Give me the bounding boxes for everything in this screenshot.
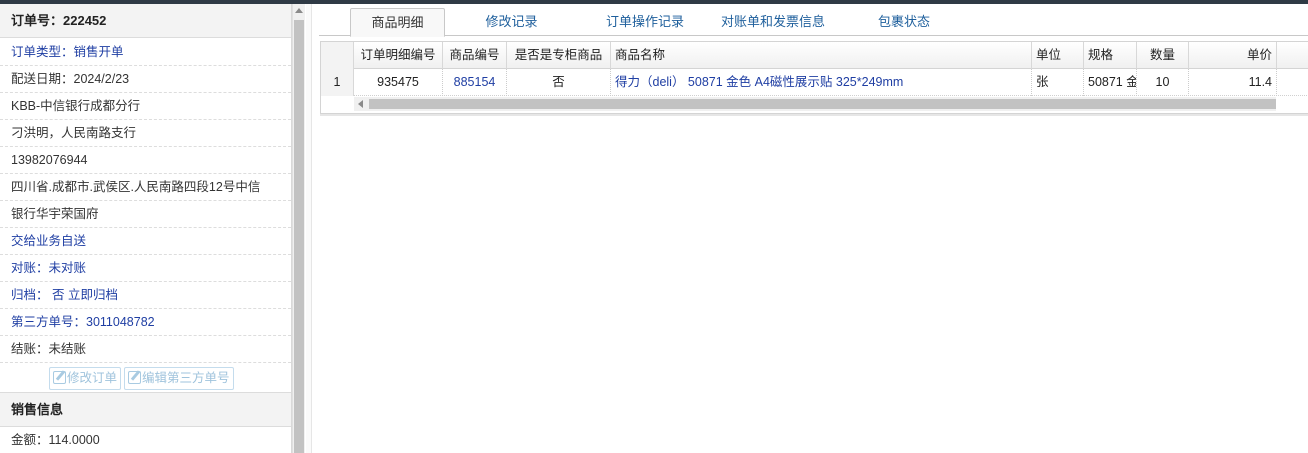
scroll-left-arrow-icon[interactable]	[358, 100, 363, 108]
cell-cabinet: 否	[507, 69, 611, 96]
header-product-no[interactable]: 商品编号	[443, 42, 507, 69]
grid-horizontal-scrollbar[interactable]	[354, 97, 1276, 111]
header-spec[interactable]: 规格	[1084, 42, 1137, 69]
tab-modify-records[interactable]: 修改记录	[473, 8, 550, 36]
order-info-panel: 订单号：222452 订单类型：销售开单 配送日期：2024/2/23 KBB-…	[0, 4, 292, 453]
header-cabinet[interactable]: 是否是专柜商品	[507, 42, 611, 69]
cell-order-detail-no: 935475	[354, 69, 443, 96]
header-order-detail-no[interactable]: 订单明细编号	[354, 42, 443, 69]
header-unit-price[interactable]: 单价	[1189, 42, 1277, 69]
cell-filler	[1277, 69, 1308, 96]
scroll-up-arrow-icon[interactable]	[295, 8, 303, 13]
reconcile-status[interactable]: 对账：未对账	[0, 255, 291, 282]
archive-status[interactable]: 归档： 否 立即归档	[0, 282, 291, 309]
header-quantity[interactable]: 数量	[1137, 42, 1189, 69]
horizontal-scrollbar-thumb[interactable]	[369, 99, 1276, 109]
tab-package-status[interactable]: 包裹状态	[868, 8, 940, 36]
tab-order-operation-records[interactable]: 订单操作记录	[595, 8, 695, 36]
edit-third-party-button[interactable]: 编辑第三方单号	[124, 367, 234, 390]
delivery-method[interactable]: 交给业务自送	[0, 228, 291, 255]
edit-third-party-label: 编辑第三方单号	[142, 371, 230, 385]
sales-info-heading: 销售信息	[0, 393, 291, 427]
panel-splitter[interactable]	[306, 4, 312, 453]
header-product-name[interactable]: 商品名称	[611, 42, 1032, 69]
order-type[interactable]: 订单类型：销售开单	[0, 38, 291, 66]
detail-tabs: 商品明细 修改记录 订单操作记录 对账单和发票信息 包裹状态	[319, 6, 1308, 37]
address-line-1: 四川省.成都市.武侯区.人民南路四段12号中信	[0, 174, 291, 201]
edit-order-button[interactable]: 修改订单	[49, 367, 122, 390]
cell-unit-price: 11.4	[1189, 69, 1277, 96]
cell-product-name-link[interactable]: 得力（deli） 50871 金色 A4磁性展示贴 325*249mm	[611, 69, 1032, 96]
left-panel-scrollbar[interactable]	[292, 4, 305, 453]
cell-unit: 张	[1032, 69, 1084, 96]
third-party-order-no[interactable]: 第三方单号：3011048782	[0, 309, 291, 336]
edit-order-label: 修改订单	[67, 371, 118, 385]
edit-icon	[53, 371, 66, 384]
contact-phone: 13982076944	[0, 147, 291, 174]
header-unit[interactable]: 单位	[1032, 42, 1084, 69]
product-grid: 订单明细编号 商品编号 是否是专柜商品 商品名称 单位 规格 数量 单价 1 9…	[320, 41, 1308, 114]
header-row-number	[321, 42, 354, 69]
grid-header: 订单明细编号 商品编号 是否是专柜商品 商品名称 单位 规格 数量 单价	[321, 42, 1308, 69]
table-row[interactable]: 1 935475 885154 否 得力（deli） 50871 金色 A4磁性…	[321, 69, 1308, 96]
tab-statement-invoice[interactable]: 对账单和发票信息	[716, 8, 830, 36]
cell-spec: 50871 金色	[1084, 69, 1137, 96]
address-line-2: 银行华宇荣国府	[0, 201, 291, 228]
cell-product-no-link[interactable]: 885154	[443, 69, 507, 96]
sales-amount: 金额：114.0000	[0, 427, 291, 453]
edit-icon	[128, 371, 142, 384]
contact-person: 刁洪明，人民南路支行	[0, 120, 291, 147]
tab-product-details[interactable]: 商品明细	[350, 8, 445, 37]
row-number: 1	[321, 69, 354, 96]
settlement-status: 结账：未结账	[0, 336, 291, 363]
cell-quantity: 10	[1137, 69, 1189, 96]
delivery-date: 配送日期：2024/2/23	[0, 66, 291, 93]
scrollbar-thumb[interactable]	[294, 20, 304, 453]
customer-name: KBB-中信银行成都分行	[0, 93, 291, 120]
grid-bottom-border	[320, 114, 1308, 116]
header-filler	[1277, 42, 1308, 69]
order-number-heading: 订单号：222452	[0, 4, 291, 38]
detail-panel: 商品明细 修改记录 订单操作记录 对账单和发票信息 包裹状态 订单明细编号 商品…	[313, 4, 1308, 453]
order-action-buttons: 修改订单 编辑第三方单号	[0, 363, 291, 393]
